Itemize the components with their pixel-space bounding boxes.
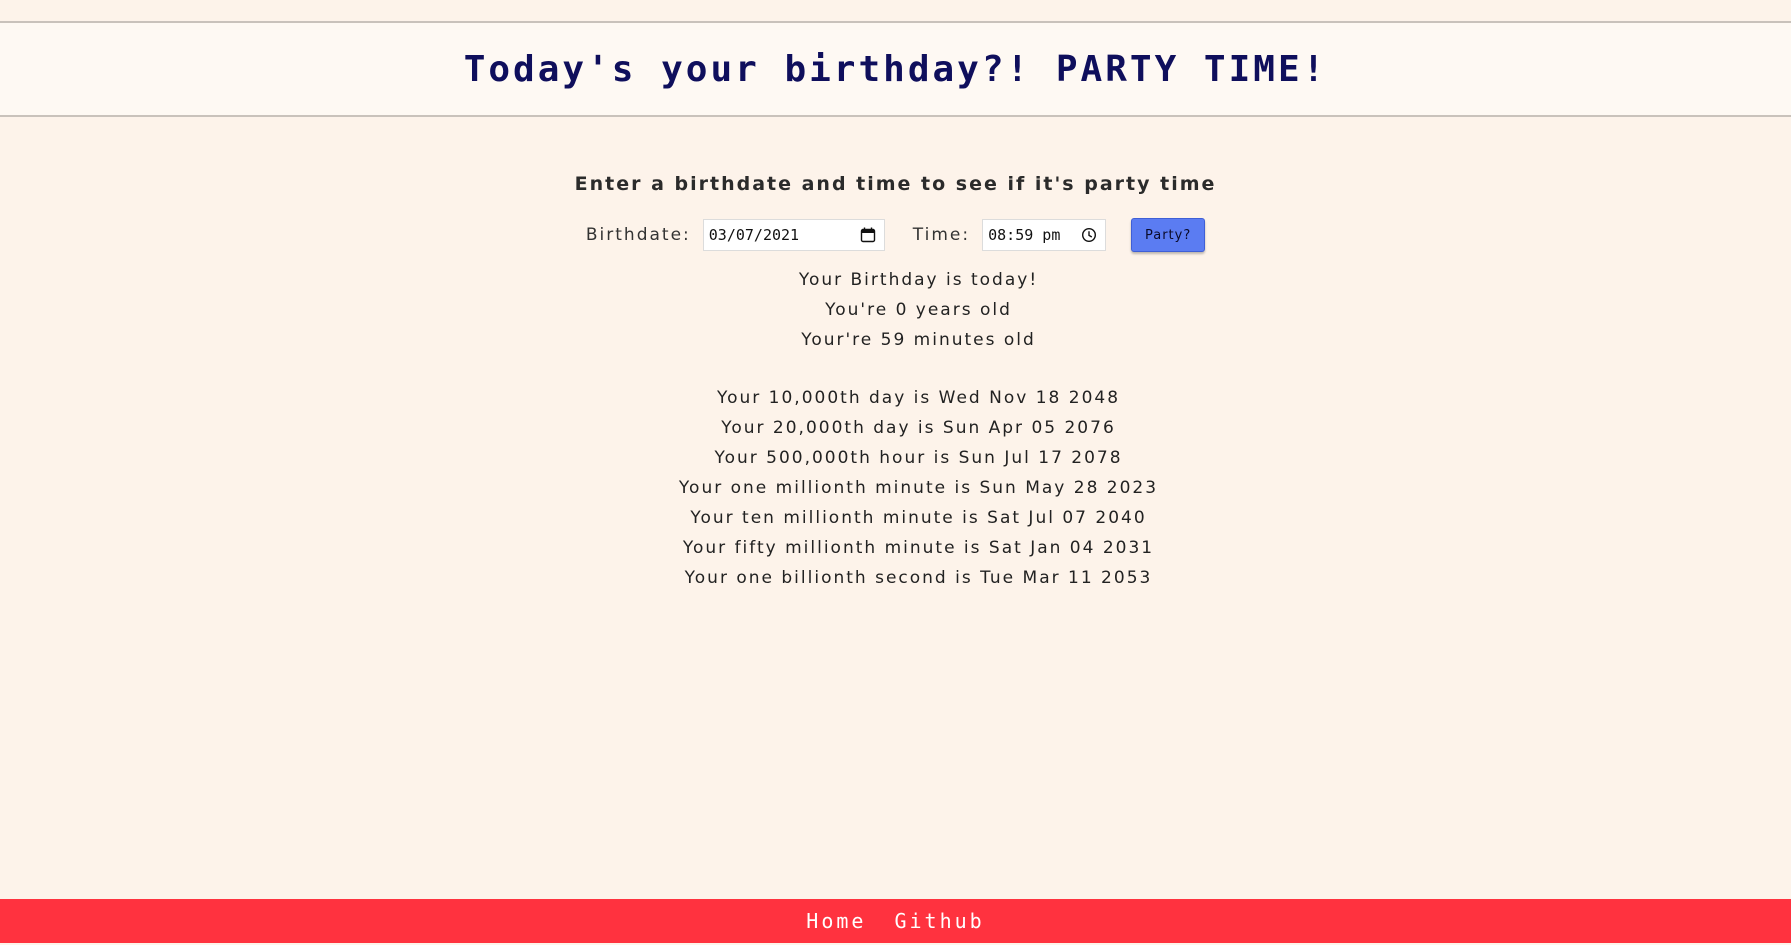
milestone-20000-days: Your 20,000th day is Sun Apr 05 2076 bbox=[721, 418, 1116, 438]
birthdate-label: Birthdate: bbox=[585, 225, 691, 245]
page-header: Today's your birthday?! PARTY TIME! bbox=[0, 21, 1791, 117]
time-label: Time: bbox=[912, 225, 971, 245]
birthdate-value: 03/07/2021 bbox=[708, 226, 800, 244]
birthdate-input[interactable]: 03/07/2021 bbox=[702, 219, 885, 251]
footer-link-github[interactable]: Github bbox=[894, 909, 984, 933]
milestone-500000-hours: Your 500,000th hour is Sun Jul 17 2078 bbox=[714, 448, 1123, 468]
calendar-icon[interactable] bbox=[860, 227, 876, 243]
milestone-ten-million-minutes: Your ten millionth minute is Sat Jul 07 … bbox=[690, 508, 1147, 528]
page-title: Today's your birthday?! PARTY TIME! bbox=[463, 48, 1328, 90]
footer-link-home[interactable]: Home bbox=[806, 909, 866, 933]
results-panel: Your Birthday is today! You're 0 years o… bbox=[0, 265, 1791, 593]
instruction-text: Enter a birthdate and time to see if it'… bbox=[574, 173, 1217, 195]
milestone-fifty-million-minutes: Your fifty millionth minute is Sat Jan 0… bbox=[682, 538, 1155, 558]
page: Today's your birthday?! PARTY TIME! Ente… bbox=[0, 0, 1791, 945]
milestone-one-billion-seconds: Your one billionth second is Tue Mar 11 … bbox=[684, 568, 1153, 588]
milestone-10000-days: Your 10,000th day is Wed Nov 18 2048 bbox=[716, 388, 1121, 408]
birthday-status-text: Your Birthday is today! bbox=[798, 270, 1039, 290]
age-years-text: You're 0 years old bbox=[825, 300, 1012, 320]
time-value: 08:59 pm bbox=[988, 226, 1061, 244]
clock-icon[interactable] bbox=[1081, 227, 1097, 243]
age-minutes-text: Your're 59 minutes old bbox=[801, 330, 1036, 350]
party-button[interactable]: Party? bbox=[1131, 218, 1206, 252]
page-footer: Home Github bbox=[0, 899, 1791, 943]
time-input[interactable]: 08:59 pm bbox=[982, 219, 1107, 251]
milestone-one-million-minutes: Your one millionth minute is Sun May 28 … bbox=[678, 478, 1159, 498]
birthdate-form: Birthdate: 03/07/2021 Time: 08:59 pm Par bbox=[0, 217, 1791, 253]
results-spacer bbox=[46, 355, 1791, 383]
main-content: Enter a birthdate and time to see if it'… bbox=[0, 117, 1791, 593]
